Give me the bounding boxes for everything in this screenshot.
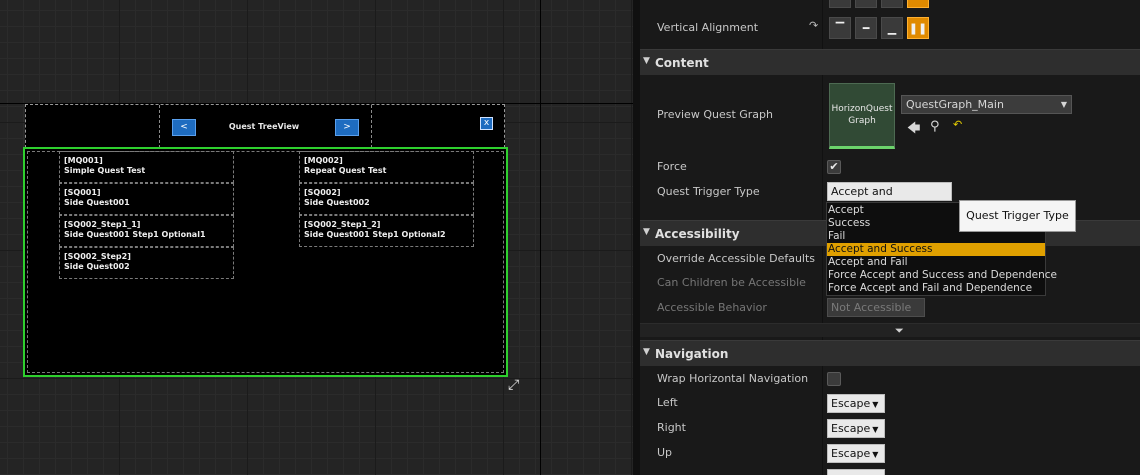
- expand-arrow-icon: ▼: [643, 56, 650, 66]
- quest-item[interactable]: [SQ001] Side Quest001: [59, 183, 234, 215]
- nav-right-dropdown[interactable]: Escape ▼: [827, 419, 885, 438]
- quest-name: Side Quest001 Step1 Optional2: [304, 230, 446, 239]
- expand-arrow-icon: ▼: [643, 227, 650, 237]
- quest-name: Side Quest001 Step1 Optional1: [64, 230, 206, 239]
- section-content[interactable]: ▼ Content: [640, 49, 1140, 75]
- reset-arrow-icon[interactable]: ↷: [809, 19, 818, 32]
- wrap-horizontal-label: Wrap Horizontal Navigation: [657, 372, 809, 385]
- section-navigation[interactable]: ▼ Navigation: [640, 340, 1140, 366]
- bottom-align-button[interactable]: ▁: [881, 17, 903, 39]
- nav-up-dropdown[interactable]: Escape ▼: [827, 444, 885, 463]
- nav-row-right: Right: [640, 418, 1140, 440]
- nav-label: Up: [657, 446, 673, 459]
- thumbnail-text: HorizonQuest Graph: [831, 104, 893, 126]
- quest-item[interactable]: [SQ002_Step2] Side Quest002: [59, 247, 234, 279]
- bottom-align-icon: ▁: [887, 21, 897, 35]
- treeview-header-widget[interactable]: < Quest TreeView > x: [25, 104, 505, 148]
- quest-item[interactable]: [MQ001] Simple Quest Test: [59, 151, 234, 183]
- top-align-icon: ▔: [835, 21, 845, 35]
- fill-align-button[interactable]: ❚❚: [907, 17, 929, 39]
- quest-id: [SQ002_Step1_2]: [304, 220, 381, 229]
- accessible-behavior-value: Not Accessible: [831, 301, 912, 314]
- quest-name: Repeat Quest Test: [304, 166, 387, 175]
- force-checkbox[interactable]: ✔: [827, 160, 841, 174]
- move-diagonal-icon[interactable]: ⤢: [508, 377, 524, 393]
- caret-down-icon: ▼: [872, 450, 879, 459]
- section-title: Navigation: [655, 347, 729, 361]
- arrow-left-icon[interactable]: 🡄: [907, 119, 920, 141]
- fill-align-icon: ❚❚: [908, 21, 928, 35]
- section-title: Accessibility: [655, 227, 740, 241]
- quest-id: [MQ001]: [64, 156, 103, 165]
- close-button[interactable]: x: [480, 117, 493, 130]
- quest-id: [SQ002]: [304, 188, 341, 197]
- quest-trigger-type-label: Quest Trigger Type: [657, 185, 760, 198]
- header-divider: [159, 105, 160, 148]
- nav-row-up: Up: [640, 443, 1140, 465]
- force-label: Force: [657, 160, 687, 173]
- override-accessible-label: Override Accessible Defaults: [657, 252, 816, 265]
- force-row: Force: [640, 156, 1140, 178]
- quest-id: [SQ002_Step2]: [64, 252, 131, 261]
- quest-graph-thumbnail[interactable]: HorizonQuest Graph: [829, 83, 895, 149]
- quest-item[interactable]: [SQ002_Step1_2] Side Quest001 Step1 Opti…: [299, 215, 474, 247]
- panel-gutter: [633, 0, 640, 475]
- quest-graph-value: QuestGraph_Main: [906, 98, 1004, 111]
- tooltip: Quest Trigger Type: [959, 200, 1076, 232]
- menu-option[interactable]: Force Accept and Success and Dependence: [827, 269, 1057, 282]
- nav-value: Escape: [831, 422, 871, 435]
- nav-label: Left: [657, 396, 678, 409]
- quest-name: Simple Quest Test: [64, 166, 146, 175]
- search-icon[interactable]: ⚲: [930, 119, 940, 134]
- quest-item[interactable]: [MQ002] Repeat Quest Test: [299, 151, 474, 183]
- quest-item[interactable]: [SQ002] Side Quest002: [299, 183, 474, 215]
- accessible-behavior-label: Accessible Behavior: [657, 301, 767, 314]
- menu-option[interactable]: Accept and Fail: [827, 256, 1045, 269]
- canvas-guide-vertical: [540, 0, 541, 475]
- quest-name: Side Quest002: [304, 198, 370, 207]
- quest-id: [SQ002_Step1_1]: [64, 220, 141, 229]
- designer-canvas[interactable]: < Quest TreeView > x [MQ001] Simple Ques…: [0, 0, 633, 475]
- quest-trigger-type-dropdown[interactable]: Accept and Success▼: [827, 182, 952, 215]
- next-button[interactable]: >: [335, 119, 359, 136]
- expand-arrow-icon: ▼: [643, 347, 650, 357]
- menu-option[interactable]: Force Accept and Fail and Dependence: [827, 282, 1045, 295]
- quest-name: Side Quest001: [64, 198, 130, 207]
- prev-button[interactable]: <: [172, 119, 196, 136]
- quest-graph-select[interactable]: QuestGraph_Main ▼: [901, 95, 1072, 114]
- quest-tree-widget[interactable]: [MQ001] Simple Quest Test [SQ001] Side Q…: [23, 147, 508, 377]
- nav-down-dropdown[interactable]: [827, 469, 885, 475]
- center-align-icon: ━: [862, 21, 870, 35]
- quest-id: [MQ002]: [304, 156, 343, 165]
- section-title: Content: [655, 56, 709, 70]
- header-divider: [371, 105, 372, 148]
- quest-id: [SQ001]: [64, 188, 101, 197]
- nav-left-dropdown[interactable]: Escape ▼: [827, 394, 885, 413]
- vertical-alignment-label: Vertical Alignment: [657, 21, 759, 34]
- quest-name: Side Quest002: [64, 262, 130, 271]
- nav-label: Right: [657, 421, 686, 434]
- nav-value: Escape: [831, 397, 871, 410]
- wrap-horizontal-row: Wrap Horizontal Navigation: [640, 368, 1140, 390]
- children-accessible-label: Can Children be Accessible: [657, 276, 806, 289]
- preview-quest-graph-label: Preview Quest Graph: [657, 108, 773, 121]
- expand-advanced-icon: ⏷: [895, 324, 904, 337]
- treeview-label: Quest TreeView: [228, 122, 300, 131]
- reset-yellow-icon[interactable]: ↶: [953, 118, 962, 131]
- center-align-button[interactable]: ━: [855, 17, 877, 39]
- wrap-horizontal-checkbox[interactable]: [827, 372, 841, 386]
- quest-item[interactable]: [SQ002_Step1_1] Side Quest001 Step1 Opti…: [59, 215, 234, 247]
- caret-down-icon: ▼: [872, 400, 879, 409]
- accessible-behavior-dropdown: Not Accessible: [827, 298, 925, 317]
- advanced-expander[interactable]: ⏷: [640, 323, 1140, 337]
- menu-option-selected[interactable]: Accept and Success: [827, 243, 1045, 256]
- caret-down-icon: ▼: [872, 425, 879, 434]
- chevron-down-icon: ▼: [1060, 100, 1067, 109]
- top-align-button[interactable]: ▔: [829, 17, 851, 39]
- nav-row-left: Left: [640, 393, 1140, 415]
- nav-value: Escape: [831, 447, 871, 460]
